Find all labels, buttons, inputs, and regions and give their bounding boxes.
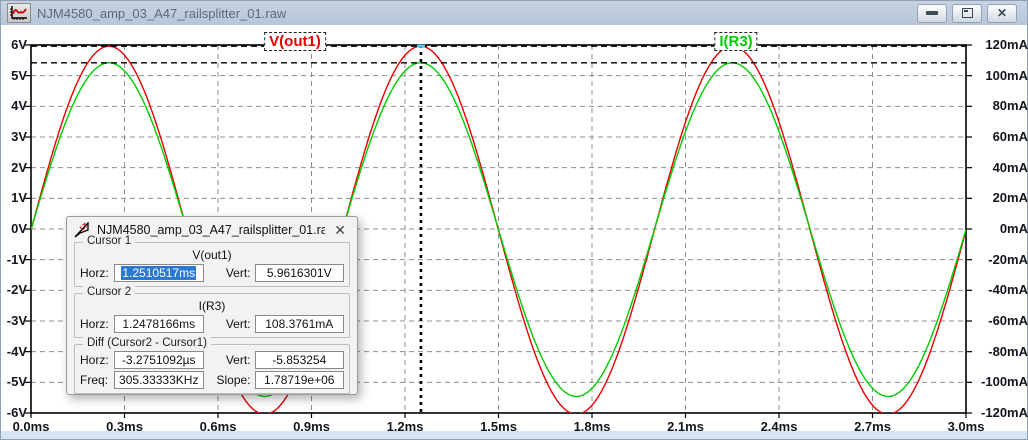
cursor2-trace-name: I(R3) [80,299,344,313]
right-axis-tick-label: 60mA [974,129,1028,145]
left-axis-tick-label: 3V [1,129,27,145]
close-button[interactable]: ✕ [987,4,1017,23]
cursor2-vert-value: 108.3761mA [265,317,333,331]
right-axis-tick-label: 100mA [974,68,1028,84]
right-axis-tick-label: -80mA [974,344,1028,360]
right-axis-tick-label: 80mA [974,98,1028,114]
cursor2-horz-value: 1.2478166ms [122,317,195,331]
left-axis-tick-label: 4V [1,98,27,114]
right-axis-tick-label: 0mA [974,221,1028,237]
title-bar[interactable]: NJM4580_amp_03_A47_railsplitter_01.raw ✕ [1,1,1027,26]
cursor1-horz-field[interactable]: 1.2510517ms [114,264,204,282]
restore-button[interactable] [952,4,982,23]
diff-vert-value: -5.853254 [272,353,326,367]
waveform-plot-icon [7,3,31,23]
right-axis-tick-label: 40mA [974,160,1028,176]
trace-label-I(R3)[interactable]: I(R3) [714,32,757,51]
diff-freq-value: 305.33333KHz [119,373,198,387]
dialog-close-icon[interactable]: ✕ [331,222,349,238]
right-axis-tick-label: -60mA [974,313,1028,329]
right-axis-tick-label: -20mA [974,252,1028,268]
cursor1-vert-field[interactable]: 5.9616301V [255,264,345,282]
cursor1-vert-value: 5.9616301V [267,266,332,280]
waveform-viewer-window: NJM4580_amp_03_A47_railsplitter_01.raw ✕… [0,0,1028,440]
left-axis-tick-label: 6V [1,37,27,53]
cursor-readout-dialog[interactable]: LT NJM4580_amp_03_A47_railsplitter_01.ra… [66,216,358,395]
window-title: NJM4580_amp_03_A47_railsplitter_01.raw [37,6,917,21]
left-axis-tick-label: 1V [1,190,27,206]
restore-icon [962,8,973,18]
cursor2-vert-field[interactable]: 108.3761mA [255,315,345,333]
diff-horz-value: -3.2751092µs [122,353,196,367]
cursor2-vert-label: Vert: [214,317,255,331]
left-axis-tick-label: -5V [1,374,27,390]
window-bottom-frame [1,431,1027,439]
cursor2-horz-label: Horz: [80,317,114,331]
diff-horz-label: Horz: [80,353,114,367]
diff-slope-label: Slope: [214,373,255,387]
diff-slope-value: 1.78719e+06 [264,373,334,387]
cursor1-horz-value: 1.2510517ms [121,266,196,280]
cursor1-horz-label: Horz: [80,266,114,280]
diff-group: Diff (Cursor2 - Cursor1) Horz: -3.275109… [74,344,350,394]
right-axis-tick-label: 20mA [974,190,1028,206]
right-axis-tick-label: -40mA [974,282,1028,298]
minimize-icon [926,11,938,15]
cursor2-horz-field[interactable]: 1.2478166ms [114,315,204,333]
left-axis-tick-label: -1V [1,252,27,268]
close-icon: ✕ [997,7,1007,19]
left-axis-tick-label: -3V [1,313,27,329]
left-axis-tick-label: -2V [1,282,27,298]
trace-label-V(out1)[interactable]: V(out1) [264,32,326,51]
diff-group-label: Diff (Cursor2 - Cursor1) [83,337,211,349]
left-axis-tick-label: -4V [1,344,27,360]
left-axis-tick-label: 5V [1,68,27,84]
left-axis-tick-label: 2V [1,160,27,176]
diff-vert-label: Vert: [214,353,255,367]
diff-freq-label: Freq: [80,373,114,387]
diff-horz-field[interactable]: -3.2751092µs [114,351,204,369]
cursor1-trace-name: V(out1) [80,248,344,262]
right-axis-tick-label: 120mA [974,37,1028,53]
cursor1-vert-label: Vert: [214,266,255,280]
cursor2-group-label: Cursor 2 [83,286,135,298]
right-axis-tick-label: -100mA [974,374,1028,390]
diff-vert-field[interactable]: -5.853254 [255,351,345,369]
cursor2-group: Cursor 2 I(R3) Horz: 1.2478166ms Vert: 1… [74,293,350,338]
cursor1-group-label: Cursor 1 [83,235,135,247]
diff-slope-field[interactable]: 1.78719e+06 [255,371,345,389]
cursor1-group: Cursor 1 V(out1) Horz: 1.2510517ms Vert:… [74,242,350,287]
minimize-button[interactable] [917,4,947,23]
diff-freq-field[interactable]: 305.33333KHz [114,371,204,389]
left-axis-tick-label: 0V [1,221,27,237]
